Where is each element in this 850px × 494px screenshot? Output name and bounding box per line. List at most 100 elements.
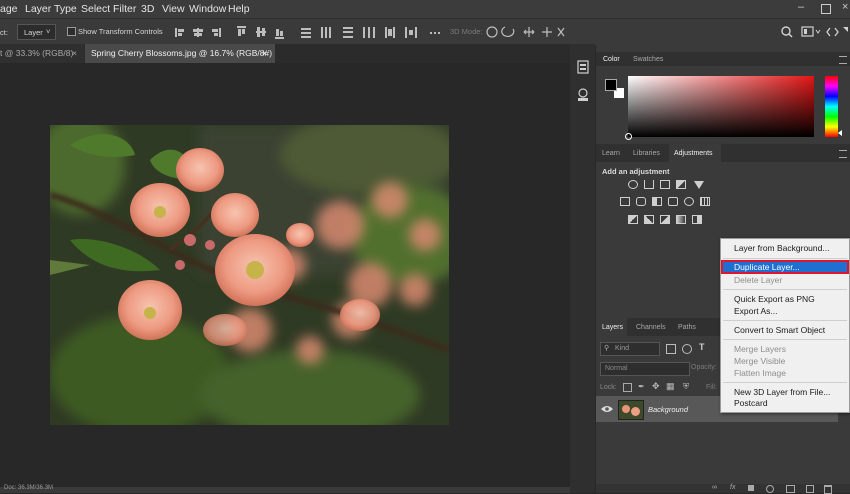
- filter-adjustment-icon[interactable]: [682, 344, 692, 354]
- foreground-color-swatch[interactable]: [605, 79, 617, 91]
- menu-item-new-3d-layer[interactable]: New 3D Layer from File...: [734, 387, 830, 397]
- vibrance-icon[interactable]: [694, 181, 704, 189]
- layer-style-icon[interactable]: fx: [730, 484, 735, 491]
- color-lookup-icon[interactable]: [700, 197, 710, 206]
- tab-adjustments-label: Adjustments: [674, 150, 713, 157]
- lock-image-icon[interactable]: ✒: [638, 382, 645, 391]
- layers-footer: ∞ fx: [596, 484, 850, 494]
- tab-color[interactable]: Color: [603, 56, 620, 63]
- menu-item-duplicate-layer[interactable]: Duplicate Layer...: [721, 260, 849, 274]
- align-distribute-icons[interactable]: [175, 25, 445, 40]
- menu-layer[interactable]: Layer: [25, 3, 51, 15]
- lock-position-icon[interactable]: ✥: [652, 381, 660, 392]
- tab-layers[interactable]: Layers: [596, 318, 627, 336]
- search-icon: ⚲: [604, 345, 610, 352]
- menu-item-quick-export-png[interactable]: Quick Export as PNG: [734, 294, 815, 304]
- minimize-icon[interactable]: –: [798, 1, 810, 15]
- close-window-icon[interactable]: ×: [842, 1, 848, 13]
- menu-bar: age Layer Type Select Filter 3D View Win…: [0, 0, 850, 18]
- tab-document-1-label: t @ 33.3% (RGB/8): [0, 48, 74, 58]
- blend-mode-dropdown[interactable]: Normal: [600, 362, 690, 376]
- layer-name: Background: [648, 405, 689, 414]
- tab-document-1[interactable]: t @ 33.3% (RGB/8) ×: [0, 44, 84, 63]
- menu-item-export-as[interactable]: Export As...: [734, 306, 777, 316]
- menu-3d[interactable]: 3D: [141, 3, 154, 15]
- transform-controls-checkbox[interactable]: [67, 27, 76, 36]
- menu-help[interactable]: Help: [228, 3, 250, 15]
- menu-type[interactable]: Type: [54, 3, 77, 15]
- threshold-icon[interactable]: [660, 215, 670, 224]
- panel-icon-strip: [570, 44, 595, 493]
- menu-item-merge-visible: Merge Visible: [734, 356, 786, 366]
- adjustments-heading: Add an adjustment: [602, 167, 670, 176]
- lock-artboard-icon[interactable]: ▦: [666, 381, 675, 392]
- tab-layers-label: Layers: [602, 324, 624, 331]
- panel-menu-icon[interactable]: [839, 150, 847, 158]
- tab-learn[interactable]: Learn: [602, 150, 620, 157]
- new-group-icon[interactable]: [786, 485, 795, 493]
- hue-slider-handle[interactable]: [838, 130, 842, 136]
- link-layers-icon[interactable]: ∞: [712, 484, 717, 491]
- cherry-blossom-photo[interactable]: [50, 125, 449, 425]
- auto-select-dropdown[interactable]: Layer ˅: [17, 24, 56, 40]
- tab-libraries[interactable]: Libraries: [633, 150, 660, 157]
- menu-select[interactable]: Select: [81, 3, 110, 15]
- color-balance-icon[interactable]: [636, 197, 646, 206]
- adjustment-layer-icon[interactable]: [766, 485, 774, 493]
- photo-filter-icon[interactable]: [668, 197, 678, 206]
- curves-icon[interactable]: [660, 180, 670, 189]
- menu-item-postcard[interactable]: Postcard: [734, 398, 768, 408]
- panel-menu-icon[interactable]: [839, 56, 847, 64]
- black-white-icon[interactable]: [652, 197, 662, 206]
- document-tab-bar: t @ 33.3% (RGB/8) × Spring Cherry Blosso…: [0, 44, 570, 63]
- mode-3d-label: 3D Mode:: [450, 27, 483, 36]
- filter-pixel-icon[interactable]: [666, 344, 676, 354]
- tab-swatches[interactable]: Swatches: [633, 56, 663, 63]
- menu-separator: [723, 382, 847, 383]
- status-bar: Doc: 36.3M/36.3M: [0, 485, 570, 493]
- hue-slider[interactable]: [825, 76, 838, 137]
- status-doc-size: Doc: 36.3M/36.3M: [4, 485, 54, 491]
- brightness-contrast-icon[interactable]: [628, 180, 638, 189]
- levels-icon[interactable]: [644, 180, 654, 189]
- menu-view[interactable]: View: [162, 3, 185, 15]
- menu-separator: [723, 339, 847, 340]
- menu-item-layer-from-background[interactable]: Layer from Background...: [734, 243, 829, 253]
- eye-icon[interactable]: [601, 405, 613, 413]
- close-tab-icon[interactable]: ×: [72, 44, 77, 62]
- menu-window[interactable]: Window: [189, 3, 226, 15]
- layer-kind-filter[interactable]: ⚲ Kind: [600, 342, 660, 356]
- properties-icon[interactable]: [576, 88, 590, 102]
- menu-filter[interactable]: Filter: [113, 3, 136, 15]
- channel-mixer-icon[interactable]: [684, 197, 694, 206]
- menu-item-merge-layers: Merge Layers: [734, 344, 786, 354]
- toolbar-right-icons[interactable]: [780, 25, 848, 39]
- exposure-icon[interactable]: [676, 180, 686, 189]
- 3d-mode-icons[interactable]: [486, 24, 566, 40]
- selective-color-icon[interactable]: [692, 215, 702, 224]
- color-field[interactable]: [625, 76, 814, 140]
- history-icon[interactable]: [577, 60, 589, 74]
- tab-paths[interactable]: Paths: [678, 324, 696, 331]
- tab-channels[interactable]: Channels: [636, 324, 666, 331]
- menu-item-convert-smart-object[interactable]: Convert to Smart Object: [734, 325, 825, 335]
- maximize-icon[interactable]: [821, 4, 831, 14]
- transform-controls-label: Show Transform Controls: [78, 27, 163, 36]
- filter-type-icon[interactable]: T: [699, 342, 705, 352]
- layer-mask-icon[interactable]: [748, 485, 754, 491]
- lock-transparent-icon[interactable]: [623, 383, 632, 392]
- color-picker-handle[interactable]: [625, 133, 632, 140]
- new-layer-icon[interactable]: [806, 485, 814, 493]
- lock-label: Lock:: [600, 384, 617, 391]
- hue-saturation-icon[interactable]: [620, 197, 630, 206]
- tab-document-2[interactable]: Spring Cherry Blossoms.jpg @ 16.7% (RGB/…: [85, 44, 275, 63]
- lock-all-icon[interactable]: ⛨: [683, 382, 689, 392]
- close-tab-icon[interactable]: ×: [262, 44, 267, 62]
- blend-mode-value: Normal: [605, 365, 628, 372]
- menu-image[interactable]: age: [0, 3, 18, 15]
- tab-adjustments[interactable]: Adjustments: [669, 144, 721, 162]
- posterize-icon[interactable]: [644, 215, 654, 224]
- auto-select-label: ct:: [0, 28, 8, 37]
- invert-icon[interactable]: [628, 215, 638, 224]
- gradient-map-icon[interactable]: [676, 215, 686, 224]
